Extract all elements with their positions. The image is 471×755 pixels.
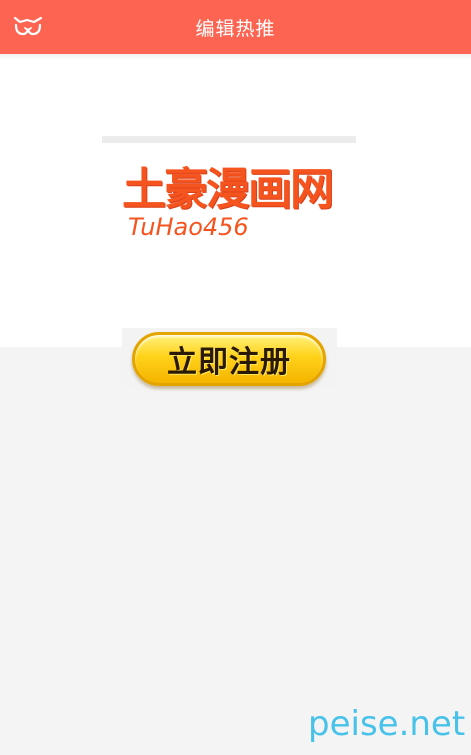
register-button-label: 立即注册 (167, 345, 291, 380)
cat-face-icon[interactable] (12, 14, 44, 38)
brand-logo-subtitle: TuHao456 (128, 213, 249, 241)
register-button[interactable]: 立即注册 (132, 332, 326, 386)
brand-logo-title: 土豪漫画网 (122, 164, 334, 215)
top-header-bar: 编辑热推 (0, 0, 471, 54)
watermark-text: peise.net (308, 704, 466, 744)
top-divider-strip (102, 136, 356, 143)
app-screen: 编辑热推 土豪漫画网 TuHao456 立即注册 peise.net (0, 0, 471, 755)
page-title: 编辑热推 (195, 17, 276, 40)
register-button-area: 立即注册 (122, 328, 337, 388)
featured-content-card: 土豪漫画网 TuHao456 (0, 60, 471, 347)
